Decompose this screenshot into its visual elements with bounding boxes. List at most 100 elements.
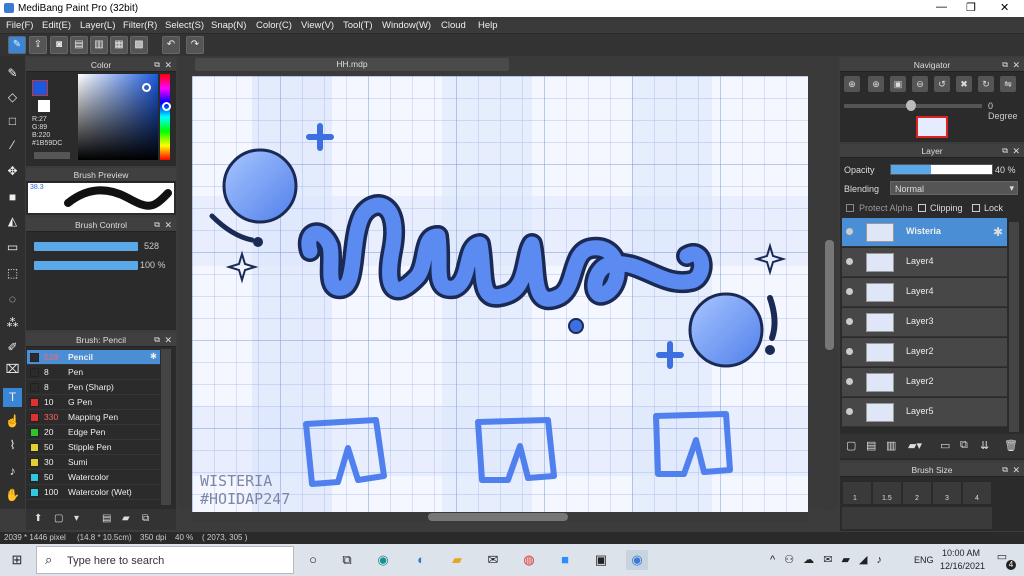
delete-layer-icon[interactable]: 🗑 [1004,439,1018,452]
brush-size-cell[interactable]: 1.5 [872,481,902,505]
brush-tool-icon[interactable]: ⁄ [3,136,22,155]
hand-tool-icon[interactable]: ✋ [3,486,22,505]
close-button[interactable]: ✕ [1000,1,1009,14]
brush-size-cell[interactable]: 4 [962,481,992,505]
brush-item-pen[interactable]: 8 Pen [27,365,160,380]
brush-folder-icon[interactable]: ▰ [122,513,130,524]
close-panel-icon[interactable]: ✕ [164,58,172,72]
zoom-fit-icon[interactable]: ⊕ [844,76,860,92]
new-brush-icon[interactable]: ▢ [54,513,63,524]
fit-window-icon[interactable]: ▣ [890,76,906,92]
comment-icon[interactable]: ◙ [50,36,68,54]
panel-icon[interactable]: ▦ [110,36,128,54]
flip-icon[interactable]: ⇋ [1000,76,1016,92]
canvas[interactable]: WISTERIA #HOIDAP247 [192,76,808,512]
magic-wand-icon[interactable]: ⁂ [3,314,22,333]
vertical-scroll-thumb[interactable] [825,240,834,350]
rotate-right-icon[interactable]: ↻ [978,76,994,92]
brush-item-edge-pen[interactable]: 20 Edge Pen [27,425,160,440]
move-tool-icon[interactable]: ✥ [3,162,22,181]
brush-copy-icon[interactable]: ⧉ [142,513,149,524]
brush-size-slider[interactable] [34,242,138,251]
document-tab[interactable]: HH.mdp [195,58,509,71]
close-panel-icon[interactable]: ✕ [164,218,172,232]
layer-row-layer4b[interactable]: Layer4 [842,278,1007,307]
visibility-eye-icon[interactable] [846,378,853,385]
clock-date[interactable]: 12/16/2021 [940,561,985,571]
menu-layer[interactable]: Layer(L) [80,20,115,31]
undock-icon[interactable]: ⧉ [1002,144,1008,158]
task-view-icon[interactable]: ⧉ [336,550,358,570]
visibility-eye-icon[interactable] [846,348,853,355]
brush-opacity-slider[interactable] [34,261,138,270]
grid-icon[interactable]: ▩ [130,36,148,54]
add-brush-icon[interactable]: ⬆ [34,513,42,524]
layer-row-layer5[interactable]: Layer5 [842,398,1007,427]
close-panel-icon[interactable]: ✕ [1012,463,1020,477]
layer-opacity-slider[interactable] [890,164,993,175]
undock-icon[interactable]: ⧉ [154,333,160,347]
visibility-eye-icon[interactable] [846,258,853,265]
bucket-tool-icon[interactable]: ◭ [3,212,22,231]
clipping-checkbox[interactable] [918,204,926,212]
layer-row-layer2b[interactable]: Layer2 [842,368,1007,397]
merge-down-icon[interactable]: ⇊ [980,439,989,452]
brush-item-mapping-pen[interactable]: 330 Mapping Pen [27,410,160,425]
undock-icon[interactable]: ⧉ [1002,58,1008,72]
new-layer-icon[interactable]: ▢ [846,439,856,452]
visibility-eye-icon[interactable] [846,228,853,235]
rect-tool-icon[interactable]: □ [3,112,22,131]
eyedropper-tool-icon[interactable]: ⌇ [3,436,22,455]
visibility-eye-icon[interactable] [846,288,853,295]
undock-icon[interactable]: ⧉ [154,58,160,72]
close-panel-icon[interactable]: ✕ [164,333,172,347]
menu-tool[interactable]: Tool(T) [343,20,373,31]
mail-icon[interactable]: ✉ [482,550,504,570]
lasso-tool-icon[interactable]: ◌ [3,290,22,309]
undock-icon[interactable]: ⧉ [1002,463,1008,477]
layer-row-layer4[interactable]: Layer4 [842,248,1007,277]
share-icon[interactable]: ⇪ [29,36,47,54]
brush-item-sumi[interactable]: 30 Sumi [27,455,160,470]
zoom-app-icon[interactable]: ■ [554,550,576,570]
hue-handle[interactable] [162,102,171,111]
close-panel-icon[interactable]: ✕ [1012,144,1020,158]
brush-item-watercolor-wet[interactable]: 100 Watercolor (Wet) [27,485,160,500]
menu-select[interactable]: Select(S) [165,20,204,31]
zoom-in-icon[interactable]: ⊕ [868,76,884,92]
language-indicator[interactable]: ENG [914,555,934,565]
brush-item-pencil[interactable]: 528 Pencil ✱ [27,350,160,365]
reset-view-icon[interactable]: ✖ [956,76,972,92]
menu-edit[interactable]: Edit(E) [42,20,71,31]
select-pen-icon[interactable]: ✐ [3,338,22,357]
blending-select[interactable]: Normal ▾ [890,181,1018,195]
eraser-tool-icon[interactable]: ◇ [3,88,22,107]
menu-cloud[interactable]: Cloud [441,20,466,31]
select-eraser-icon[interactable]: ⌧ [3,360,22,379]
visibility-eye-icon[interactable] [846,408,853,415]
redo-icon[interactable]: ↷ [186,36,204,54]
brush-size-cell[interactable]: 1 [842,481,872,505]
visibility-eye-icon[interactable] [846,318,853,325]
file-explorer-icon[interactable]: ▰ [446,550,468,570]
text-tool-icon[interactable]: T [3,388,22,407]
settings-gear-icon[interactable]: ✱ [150,351,157,362]
select-tool-icon[interactable]: ⬚ [3,264,22,283]
system-tray-icons[interactable]: ^ ⚇ ☁ ✉ ▰ ◢ ♪ [770,553,885,566]
close-panel-icon[interactable]: ✕ [1012,58,1020,72]
maximize-button[interactable]: ❐ [966,1,976,14]
protect-alpha-checkbox[interactable] [846,204,854,212]
brush-size-row2[interactable] [842,507,992,529]
brush-list-scrollbar[interactable] [161,349,171,505]
brush-item-g-pen[interactable]: 10 G Pen [27,395,160,410]
lock-checkbox[interactable] [972,204,980,212]
chrome-icon[interactable]: ◍ [518,550,540,570]
brush-size-cell[interactable]: 2 [902,481,932,505]
settings-gear-icon[interactable]: ✱ [993,225,1003,239]
vertical-scrollbar[interactable] [824,78,835,510]
undock-icon[interactable]: ⧉ [154,218,160,232]
fill-rect-tool-icon[interactable]: ■ [3,188,22,207]
primary-color-swatch[interactable] [32,80,48,96]
hue-slider[interactable] [160,74,170,160]
clock-time[interactable]: 10:00 AM [942,548,980,558]
